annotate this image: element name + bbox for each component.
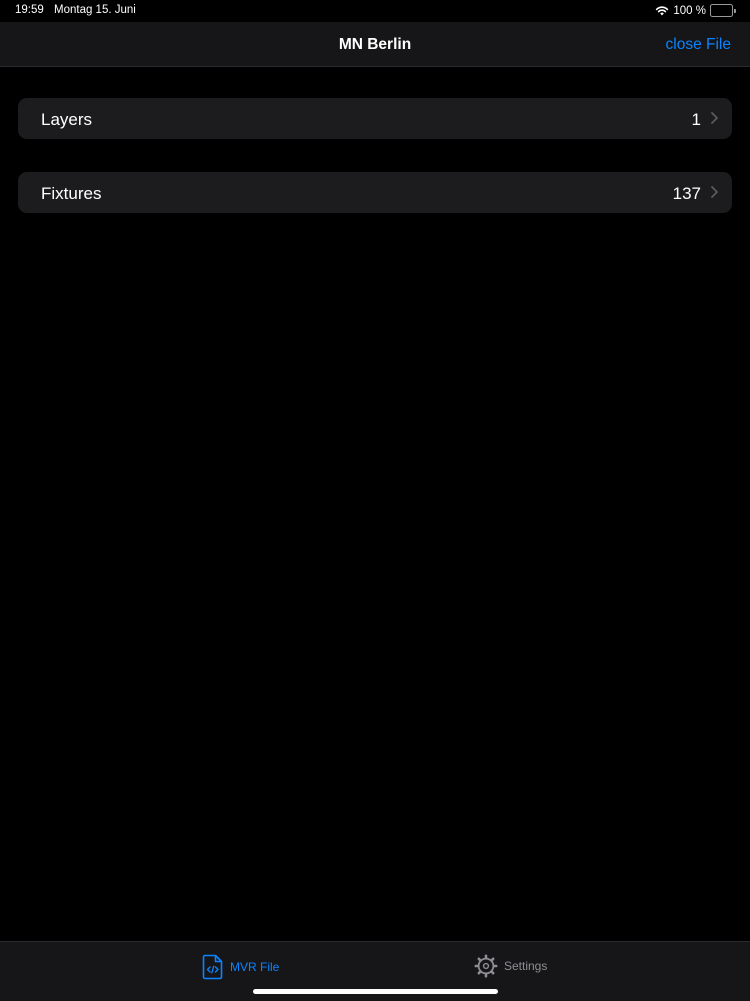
- status-bar: 19:59 Montag 15. Juni 100 % ⚡: [0, 0, 750, 22]
- wifi-icon: [656, 6, 669, 16]
- close-file-button[interactable]: close File: [666, 36, 731, 54]
- tab-mvr-file[interactable]: MVR File: [202, 954, 279, 980]
- chevron-right-icon: [711, 112, 718, 124]
- list-item-count: 137: [672, 184, 701, 203]
- code-document-icon: [202, 954, 223, 980]
- status-time: 19:59: [15, 4, 44, 16]
- home-indicator[interactable]: [253, 989, 498, 994]
- battery-percentage: 100 %: [673, 4, 706, 17]
- list-item-label: Layers: [41, 110, 93, 129]
- tab-label: MVR File: [230, 960, 280, 974]
- tab-settings[interactable]: Settings: [474, 954, 547, 978]
- navigation-bar: MN Berlin close File: [0, 22, 750, 67]
- battery-charging-icon: ⚡: [710, 4, 736, 17]
- status-date: Montag 15. Juni: [54, 4, 136, 16]
- list-item-fixtures[interactable]: Fixtures 137: [18, 172, 732, 213]
- gear-icon: [474, 954, 498, 978]
- page-title: MN Berlin: [338, 36, 412, 53]
- list-item-count: 1: [691, 110, 701, 129]
- list-item-layers[interactable]: Layers 1: [18, 98, 732, 139]
- status-indicators: 100 % ⚡: [655, 4, 736, 17]
- tab-label: Settings: [504, 959, 548, 973]
- chevron-right-icon: [711, 186, 718, 198]
- list-item-label: Fixtures: [41, 184, 102, 203]
